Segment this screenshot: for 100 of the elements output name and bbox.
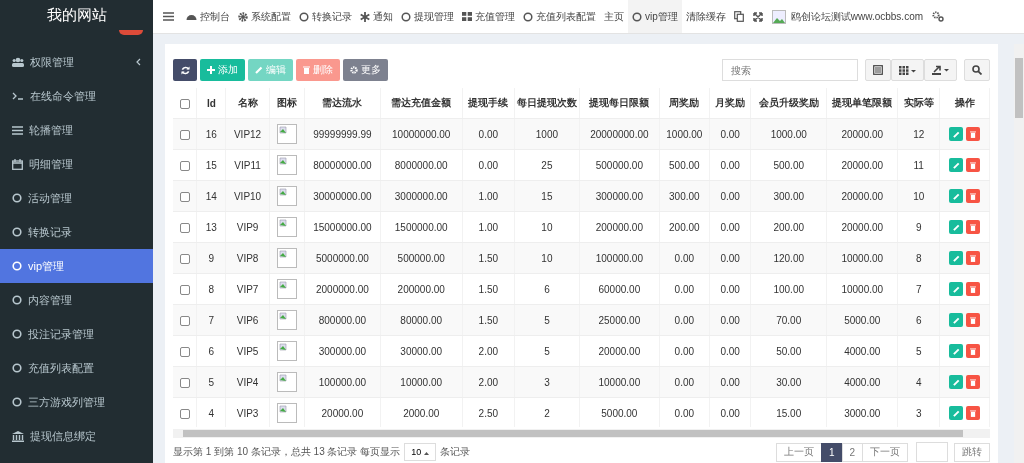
row-checkbox[interactable] [179, 284, 190, 295]
search-button[interactable] [964, 59, 991, 81]
sidebar-item[interactable]: 提现信息绑定 [0, 419, 153, 453]
toggle-view-button[interactable] [865, 59, 892, 81]
delete-button[interactable] [966, 344, 981, 358]
nav-link[interactable]: 清除缓存 [681, 0, 730, 33]
copy-icon[interactable] [733, 11, 744, 22]
refresh-button[interactable] [173, 59, 197, 81]
pencil-icon [255, 66, 263, 74]
table-cell: 5000.00 [579, 397, 660, 428]
table-cell: 6 [514, 273, 580, 305]
row-checkbox[interactable] [179, 222, 190, 233]
nav-link[interactable]: vip管理 [628, 0, 682, 33]
row-checkbox[interactable] [179, 253, 190, 264]
sidebar-item[interactable]: 明细管理 [0, 147, 153, 181]
horizontal-scrollbar[interactable] [173, 429, 991, 439]
page-size-dropdown[interactable]: 10 [404, 443, 436, 462]
column-header: 需达流水 [304, 88, 381, 119]
nav-link[interactable]: 控制台 [182, 0, 234, 33]
pencil-icon [952, 285, 960, 293]
export-button[interactable] [924, 59, 958, 81]
delete-button[interactable] [966, 220, 981, 234]
card-view-icon [873, 65, 884, 75]
menu-icon[interactable] [163, 12, 174, 21]
nav-link[interactable]: 转换记录 [295, 0, 356, 33]
edit-button[interactable] [949, 406, 964, 420]
table-cell: 1000.00 [750, 118, 827, 150]
page-link[interactable]: 下一页 [862, 442, 909, 462]
table-cell: 2000000.00 [304, 273, 381, 305]
nav-link[interactable]: 提现管理 [397, 0, 458, 33]
table-cell: 2.00 [462, 366, 515, 398]
delete-button[interactable] [966, 375, 981, 389]
delete-button[interactable] [966, 251, 981, 265]
edit-button[interactable] [949, 251, 964, 265]
broken-image-icon [277, 155, 297, 175]
sidebar-item[interactable]: 权限管理 [0, 45, 153, 79]
sidebar-item[interactable]: 活动管理 [0, 181, 153, 215]
sidebar-item[interactable]: 内容管理 [0, 283, 153, 317]
table-cell: 200.00 [750, 211, 827, 243]
column-header: Id [196, 88, 226, 119]
edit-button[interactable] [949, 313, 964, 327]
column-header: 月奖励 [709, 88, 751, 119]
page-link[interactable]: 1 [821, 442, 843, 462]
table-cell: 1500000.00 [380, 211, 463, 243]
table-cell: 100000.00 [304, 366, 381, 398]
table-cell: 20000.00 [826, 180, 898, 212]
table-cell: 2.00 [462, 335, 515, 367]
select-all-checkbox[interactable] [179, 98, 190, 109]
table-cell: 20000.00 [579, 335, 660, 367]
edit-button[interactable] [949, 220, 964, 234]
table-cell: 3000000.00 [380, 180, 463, 212]
row-checkbox[interactable] [179, 160, 190, 171]
nav-link[interactable]: 主页 [600, 0, 628, 33]
edit-button[interactable] [949, 375, 964, 389]
row-checkbox[interactable] [179, 346, 190, 357]
edit-button[interactable] [949, 158, 964, 172]
column-header: 每日提现次数 [514, 88, 580, 119]
nav-link[interactable]: 通知 [356, 0, 397, 33]
edit-button[interactable] [949, 189, 964, 203]
sidebar-item[interactable]: 转换记录 [0, 215, 153, 249]
sidebar-item[interactable]: 投注记录管理 [0, 317, 153, 351]
delete-button[interactable] [966, 127, 981, 141]
table-cell: 5000000.00 [304, 242, 381, 274]
nav-link[interactable]: 系统配置 [234, 0, 295, 33]
delete-button[interactable] [966, 282, 981, 296]
delete-button[interactable] [966, 313, 981, 327]
page-number-field[interactable] [916, 442, 949, 463]
more-button[interactable]: 更多 [343, 59, 388, 81]
circle-icon [12, 295, 22, 305]
user-name[interactable]: 鸥创论坛测试www.ocbbs.com [790, 9, 924, 24]
row-checkbox[interactable] [179, 377, 190, 388]
edit-button[interactable] [949, 344, 964, 358]
columns-button[interactable] [891, 59, 925, 81]
page-link[interactable]: 2 [841, 442, 864, 462]
nav-link[interactable]: 充值列表配置 [519, 0, 600, 33]
sidebar-item[interactable]: 在线命令管理 [0, 79, 153, 113]
sidebar-item[interactable]: 轮播管理 [0, 113, 153, 147]
edit-button[interactable] [949, 127, 964, 141]
search-field[interactable]: 搜索 [722, 59, 859, 81]
row-checkbox[interactable] [179, 129, 190, 140]
settings-icon[interactable] [932, 11, 945, 22]
table-cell: 800000.00 [304, 304, 381, 336]
sidebar-item[interactable]: vip管理 [0, 249, 153, 283]
row-checkbox[interactable] [179, 191, 190, 202]
sidebar-item[interactable]: 充值列表配置 [0, 351, 153, 385]
delete-button[interactable] [966, 189, 981, 203]
page-link[interactable]: 上一页 [776, 442, 822, 462]
delete-button[interactable] [966, 406, 981, 420]
nav-link[interactable]: 充值管理 [458, 0, 519, 33]
edit-button[interactable] [949, 282, 964, 296]
pencil-icon [952, 347, 960, 355]
table-cell: 4 [196, 397, 226, 428]
row-checkbox[interactable] [179, 408, 190, 419]
row-checkbox[interactable] [179, 315, 190, 326]
jump-button[interactable]: 跳转 [954, 442, 991, 462]
fullscreen-icon[interactable] [752, 11, 763, 22]
delete-button[interactable] [966, 158, 981, 172]
vertical-scrollbar[interactable] [1014, 44, 1024, 463]
sidebar-item[interactable]: 三方游戏列管理 [0, 385, 153, 419]
sidebar-label: vip管理 [28, 258, 65, 274]
